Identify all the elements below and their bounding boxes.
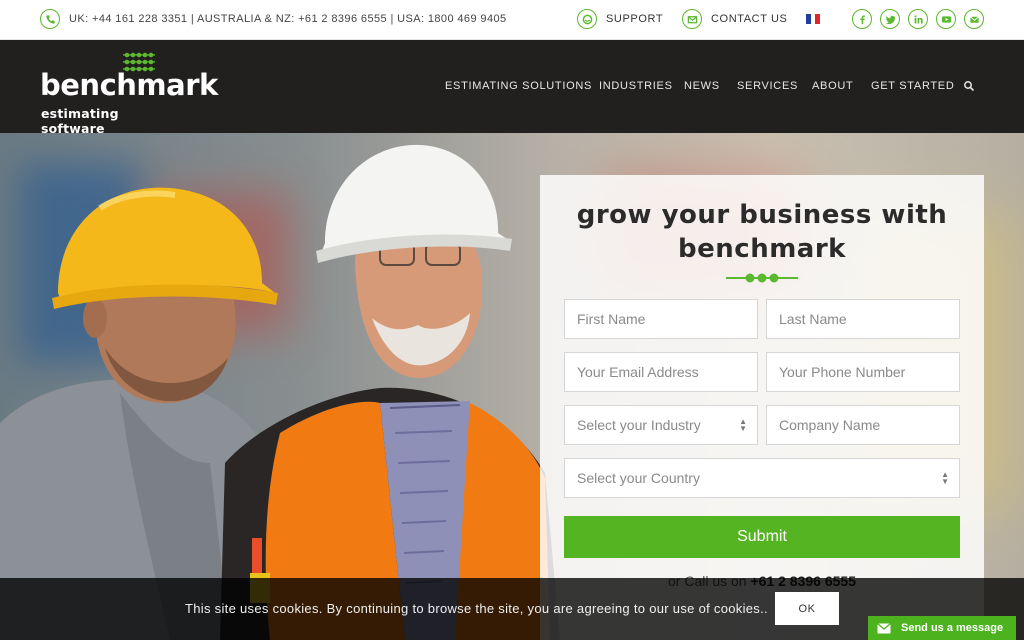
construction-workers-photo — [0, 144, 560, 640]
phone-placeholder: Your Phone Number — [779, 364, 906, 380]
nav-news[interactable]: NEWS — [684, 80, 720, 92]
nav-industries[interactable]: INDUSTRIES — [599, 80, 673, 92]
company-input[interactable]: Company Name — [766, 405, 960, 445]
logo-wordmark: benchmark — [40, 68, 218, 102]
facebook-icon[interactable] — [852, 9, 872, 29]
benchmark-logo[interactable]: benchmark estimating software — [40, 50, 218, 136]
email-placeholder: Your Email Address — [577, 364, 699, 380]
envelope-icon — [877, 622, 891, 633]
top-bar: UK: +44 161 228 3351 | AUSTRALIA & NZ: +… — [0, 0, 1024, 40]
cookie-message: This site uses cookies. By continuing to… — [185, 601, 768, 616]
support-link[interactable]: SUPPORT — [577, 9, 663, 29]
submit-button[interactable]: Submit — [564, 516, 960, 558]
phone-icon — [40, 9, 60, 29]
logo-tagline: estimating software — [41, 106, 119, 136]
send-message-widget[interactable]: Send us a message — [868, 616, 1016, 640]
support-icon — [577, 9, 597, 29]
last-name-input[interactable]: Last Name — [766, 299, 960, 339]
form-title-line-2: benchmark — [678, 234, 846, 264]
form-title: grow your business with benchmark — [540, 198, 984, 266]
main-header: benchmark estimating software ESTIMATING… — [0, 40, 1024, 136]
twitter-icon[interactable] — [880, 9, 900, 29]
nav-estimating-solutions[interactable]: ESTIMATING SOLUTIONS — [445, 80, 592, 92]
phone-input[interactable]: Your Phone Number — [766, 352, 960, 392]
country-select-value: Select your Country — [577, 470, 700, 486]
envelope-icon — [682, 9, 702, 29]
linkedin-icon[interactable] — [908, 9, 928, 29]
select-arrows-icon: ▲ ▼ — [941, 470, 949, 486]
first-name-placeholder: First Name — [577, 311, 646, 327]
first-name-input[interactable]: First Name — [564, 299, 758, 339]
french-flag-icon[interactable] — [806, 14, 821, 24]
lead-form-card: grow your business with benchmark First … — [540, 175, 984, 640]
industry-select-value: Select your Industry — [577, 417, 701, 433]
country-select[interactable]: Select your Country ▲ ▼ — [564, 458, 960, 498]
cookie-ok-button[interactable]: OK — [775, 592, 839, 625]
form-title-line-1: grow your business with — [576, 200, 948, 230]
send-message-label: Send us a message — [901, 622, 1004, 634]
nav-about[interactable]: ABOUT — [812, 80, 853, 92]
select-arrows-icon: ▲ ▼ — [739, 417, 747, 433]
contact-label: CONTACT US — [711, 13, 788, 25]
support-label: SUPPORT — [606, 13, 664, 25]
phone-numbers: UK: +44 161 228 3351 | AUSTRALIA & NZ: +… — [69, 13, 507, 25]
nav-get-started[interactable]: GET STARTED — [871, 80, 955, 92]
email-input[interactable]: Your Email Address — [564, 352, 758, 392]
title-divider-icon — [726, 273, 798, 283]
youtube-icon[interactable] — [936, 9, 956, 29]
search-icon[interactable] — [963, 80, 975, 92]
last-name-placeholder: Last Name — [779, 311, 847, 327]
nav-services[interactable]: SERVICES — [737, 80, 798, 92]
email-icon[interactable] — [964, 9, 984, 29]
industry-select[interactable]: Select your Industry ▲ ▼ — [564, 405, 758, 445]
company-placeholder: Company Name — [779, 417, 881, 433]
contact-link[interactable]: CONTACT US — [682, 9, 788, 29]
